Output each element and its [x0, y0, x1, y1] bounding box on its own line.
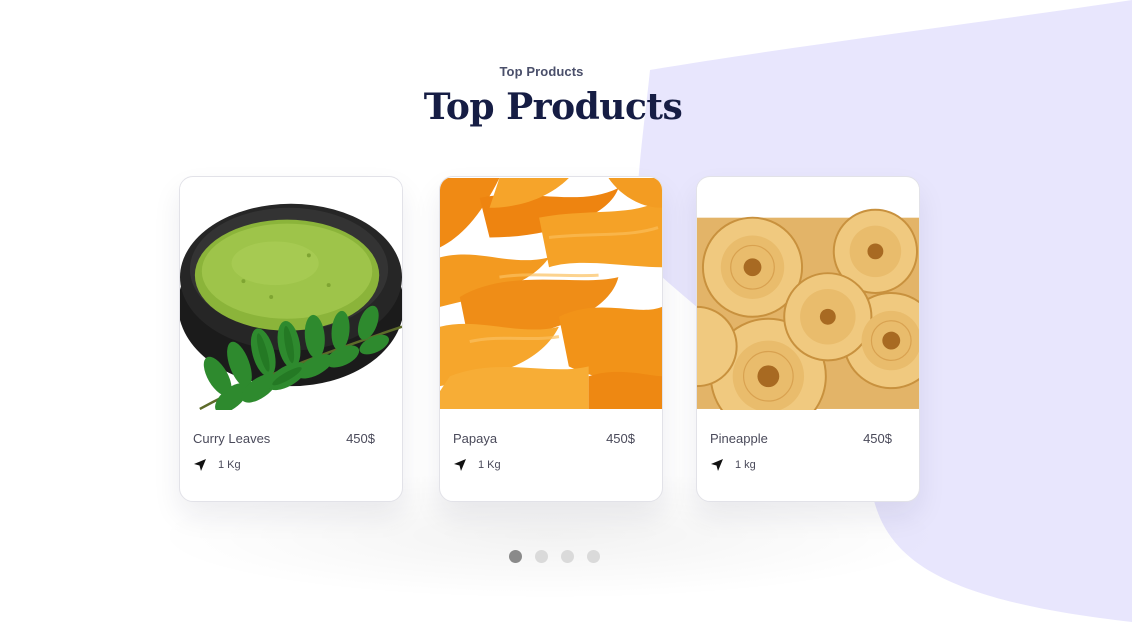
product-card-curry-leaves[interactable]: Curry Leaves 450$ 1 Kg	[179, 176, 403, 502]
product-name: Curry Leaves	[193, 431, 271, 446]
product-info: Pineapple 450$ 1 kg	[697, 410, 919, 501]
product-weight: 1 kg	[735, 459, 756, 471]
product-info: Curry Leaves 450$ 1 Kg	[180, 410, 402, 501]
product-weight-row: 1 Kg	[453, 458, 501, 472]
product-card-pineapple[interactable]: Pineapple 450$ 1 kg	[696, 176, 920, 502]
carousel-dot-1[interactable]	[509, 550, 522, 563]
product-price: 450$	[606, 431, 635, 446]
carousel-dot-3[interactable]	[561, 550, 574, 563]
product-weight-row: 1 Kg	[193, 458, 241, 472]
product-price: 450$	[346, 431, 375, 446]
product-weight: 1 Kg	[478, 459, 501, 471]
carousel-pagination	[509, 550, 613, 563]
section-eyebrow: Top Products	[499, 64, 584, 79]
navigation-arrow-icon	[194, 459, 206, 471]
carousel-dot-4[interactable]	[587, 550, 600, 563]
navigation-arrow-icon	[711, 459, 723, 471]
product-image-pineapple	[697, 178, 919, 410]
product-weight-row: 1 kg	[710, 458, 756, 472]
product-weight: 1 Kg	[218, 459, 241, 471]
product-info: Papaya 450$ 1 Kg	[440, 410, 662, 501]
product-price: 450$	[863, 431, 892, 446]
carousel-dot-2[interactable]	[535, 550, 548, 563]
product-card-papaya[interactable]: Papaya 450$ 1 Kg	[439, 176, 663, 502]
product-image-papaya	[440, 178, 662, 409]
navigation-arrow-icon	[454, 459, 466, 471]
product-name: Papaya	[453, 431, 498, 446]
product-name: Pineapple	[710, 431, 768, 446]
section-title: Top Products	[423, 86, 683, 128]
product-image-curry-leaves	[180, 178, 402, 410]
